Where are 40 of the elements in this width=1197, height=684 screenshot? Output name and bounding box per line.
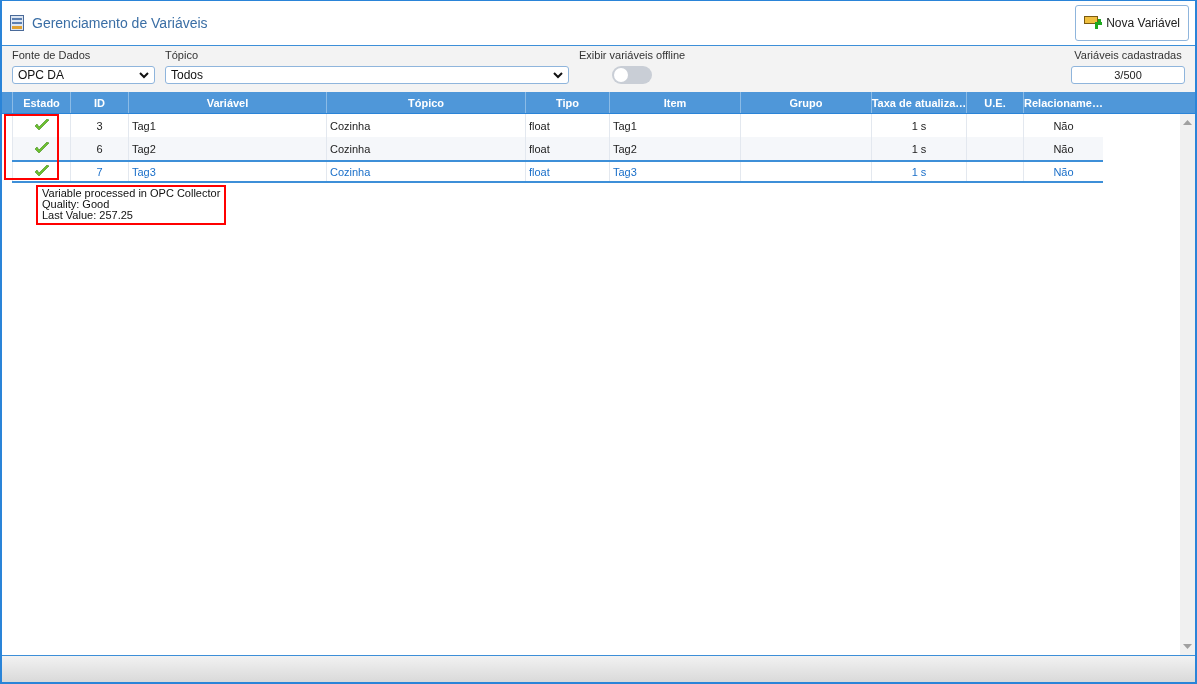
scroll-down-icon[interactable]	[1183, 644, 1192, 649]
column-header[interactable]: Relacioname…	[1023, 92, 1103, 113]
column-header[interactable]: Item	[609, 92, 740, 113]
column-header[interactable]: ID	[70, 92, 128, 113]
table-row[interactable]: 7 Tag3 Cozinha float Tag3 1 s Não	[12, 160, 1103, 183]
highlight-frame	[4, 114, 59, 180]
add-icon	[1084, 15, 1103, 31]
table-cell: 7	[70, 162, 128, 181]
tooltip-text: Last Value: 257.25	[42, 210, 134, 221]
field-label: Tópico	[165, 49, 199, 61]
window-title: Gerenciamento de Variáveis	[32, 15, 209, 31]
table-cell: 1 s	[871, 162, 966, 181]
column-header[interactable]: U.E.	[966, 92, 1023, 113]
field-label: Exibir variáveis offline	[579, 49, 686, 61]
table-cell: Tag3	[609, 162, 740, 181]
new-variable-button[interactable]: Nova Variável	[1075, 5, 1189, 41]
scrollbar[interactable]	[1180, 114, 1195, 655]
data-source-select[interactable]: OPC DA	[12, 66, 155, 84]
tooltip-text: Quality: Good	[42, 199, 110, 210]
column-header[interactable]: Tipo	[525, 92, 609, 113]
table-cell: Tag3	[128, 162, 326, 181]
table-cell: Cozinha	[326, 162, 525, 181]
field-label: Fonte de Dados	[12, 49, 91, 61]
count-field: 3/500	[1071, 66, 1185, 84]
column-header[interactable]: Variável	[128, 92, 326, 113]
chevron-down-icon	[139, 71, 149, 79]
table-cell: float	[525, 162, 609, 181]
scroll-up-icon[interactable]	[1183, 120, 1192, 125]
offline-toggle[interactable]	[612, 66, 653, 84]
field-label: Variáveis cadastradas	[1074, 49, 1182, 61]
chevron-down-icon	[553, 71, 563, 79]
column-header[interactable]: Estado	[12, 92, 70, 113]
table-cell: Não	[1023, 162, 1103, 181]
column-header[interactable]: Taxa de atualiza…	[871, 92, 966, 113]
column-header[interactable]: Tópico	[326, 92, 525, 113]
column-header[interactable]: Grupo	[740, 92, 871, 113]
topic-select[interactable]: Todos	[165, 66, 569, 84]
table-row[interactable]: 6 Tag2 Cozinha float Tag2 1 s Não	[12, 137, 1103, 160]
tooltip-text: Variable processed in OPC Collector	[42, 188, 221, 199]
table-icon	[10, 15, 24, 31]
